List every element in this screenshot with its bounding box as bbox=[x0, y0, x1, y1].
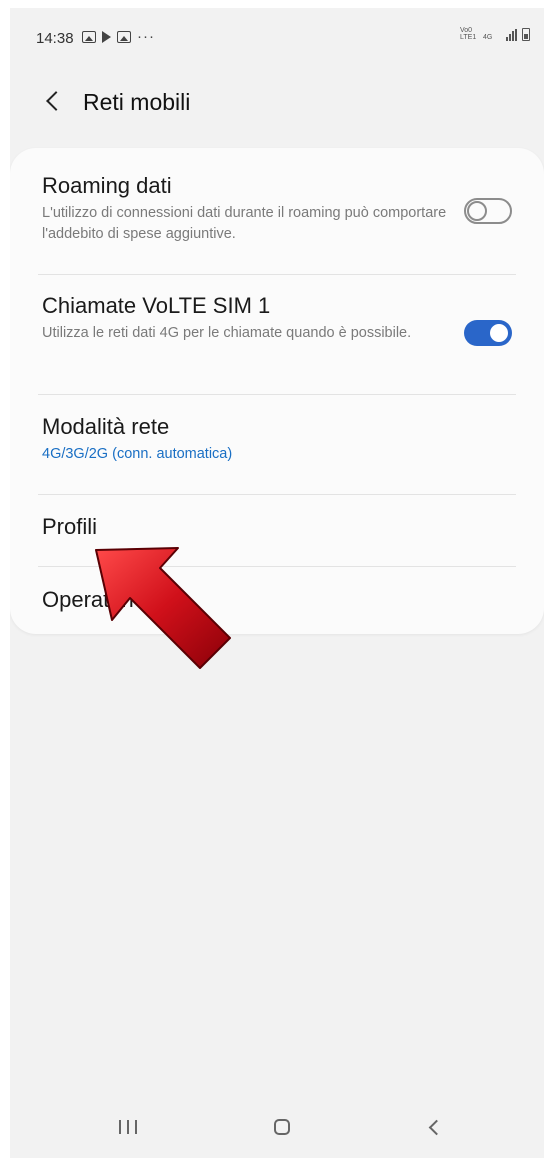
chevron-left-icon bbox=[46, 91, 66, 111]
system-icons: Vo0 LTE1 4G bbox=[460, 27, 530, 41]
navigation-bar bbox=[10, 1098, 544, 1158]
page-title: Reti mobili bbox=[83, 89, 191, 115]
toggle-knob bbox=[467, 201, 487, 221]
system-back-button[interactable] bbox=[414, 1112, 454, 1142]
volte-calls-description: Utilizza le reti dati 4G per le chiamate… bbox=[42, 325, 412, 341]
status-bar: 14:38 ··· Vo0 LTE1 4G bbox=[10, 8, 544, 68]
back-button[interactable] bbox=[38, 86, 68, 116]
home-icon bbox=[274, 1119, 290, 1135]
gallery-notification-icon bbox=[117, 30, 131, 43]
roaming-data-item[interactable]: Roaming dati L'utilizzo di connessioni d… bbox=[42, 172, 512, 245]
image-notification-icon bbox=[82, 30, 96, 43]
more-notifications-icon: ··· bbox=[137, 28, 155, 45]
app-bar: Reti mobili bbox=[10, 80, 544, 130]
back-chevron-icon bbox=[428, 1119, 444, 1135]
divider bbox=[38, 274, 516, 275]
phone-screen: 14:38 ··· Vo0 LTE1 4G Reti mobili Roamin… bbox=[10, 8, 544, 1158]
status-time: 14:38 bbox=[36, 30, 74, 47]
volte-calls-title: Chiamate VoLTE SIM 1 bbox=[42, 293, 271, 318]
roaming-data-description: L'utilizzo di connessioni dati durante i… bbox=[42, 205, 447, 242]
divider bbox=[38, 494, 516, 495]
battery-icon bbox=[522, 28, 530, 41]
volte-calls-toggle[interactable] bbox=[464, 320, 512, 346]
roaming-data-title: Roaming dati bbox=[42, 173, 172, 198]
profiles-title: Profili bbox=[42, 514, 98, 539]
4g-icon: 4G bbox=[483, 34, 493, 41]
home-button[interactable] bbox=[262, 1112, 302, 1142]
play-store-icon bbox=[102, 30, 111, 43]
divider bbox=[38, 394, 516, 395]
network-mode-title: Modalità rete bbox=[42, 414, 170, 439]
volte-calls-item[interactable]: Chiamate VoLTE SIM 1 Utilizza le reti da… bbox=[42, 292, 512, 346]
toggle-knob bbox=[488, 322, 510, 344]
signal-icon bbox=[506, 29, 517, 41]
notification-icons: ··· bbox=[82, 28, 155, 45]
network-mode-value: 4G/3G/2G (conn. automatica) bbox=[42, 446, 233, 462]
volte-icon: Vo0 LTE1 bbox=[460, 27, 477, 41]
recent-apps-button[interactable] bbox=[108, 1112, 148, 1142]
profiles-item[interactable]: Profili bbox=[42, 513, 512, 541]
network-mode-item[interactable]: Modalità rete 4G/3G/2G (conn. automatica… bbox=[42, 413, 512, 465]
roaming-data-toggle[interactable] bbox=[464, 198, 512, 224]
annotation-arrow-icon bbox=[95, 547, 231, 669]
